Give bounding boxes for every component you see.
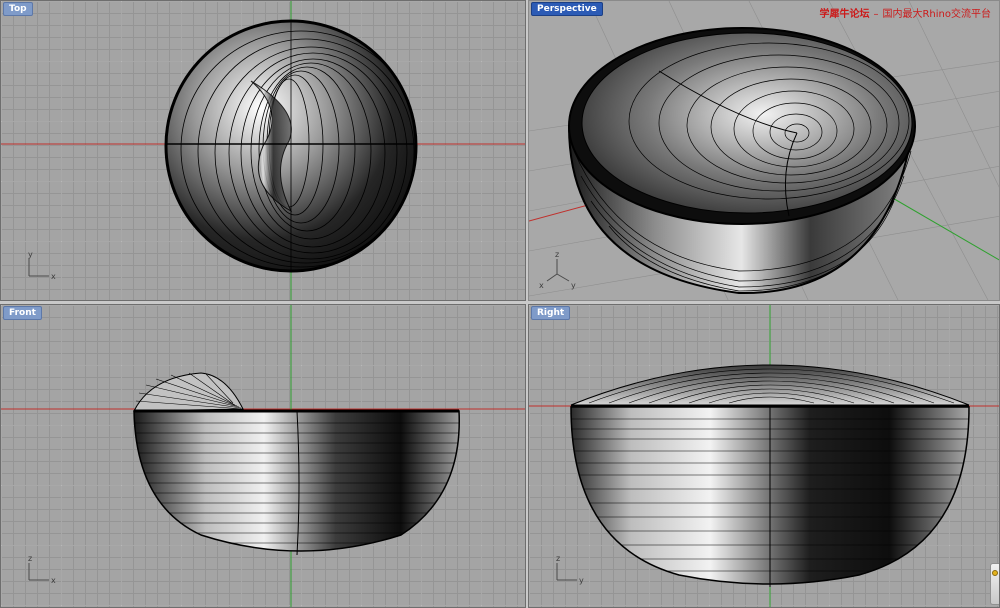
viewport-label-right[interactable]: Right [531, 306, 571, 320]
bowl-perspective-view[interactable] [567, 27, 916, 295]
viewport-right[interactable]: z y Right [528, 304, 1000, 608]
top-view-canvas: y x [1, 1, 525, 300]
axis-z-text: z [555, 250, 559, 259]
axis-x-text: x [51, 272, 56, 281]
viewport-perspective[interactable]: z x y Perspective 学犀牛论坛 – 国内最大Rhino交流平台 [528, 0, 1000, 301]
axis-y-text: y [571, 281, 576, 290]
axis-gizmo-icon: z x y [539, 250, 576, 290]
front-view-canvas: z x [1, 305, 525, 607]
perspective-view-canvas: z x y [529, 1, 999, 300]
notification-badge-icon[interactable] [990, 563, 999, 605]
watermark-site: 学犀牛论坛 [819, 9, 870, 20]
viewport-top[interactable]: y x Top [0, 0, 526, 301]
watermark-description: 国内最大Rhino交流平台 [882, 9, 991, 20]
axis-y-text: y [579, 576, 584, 585]
viewport-front[interactable]: z x Front [0, 304, 526, 608]
viewport-label-top[interactable]: Top [3, 2, 33, 16]
badge-dot-icon [992, 570, 998, 576]
axis-z-text: z [28, 554, 32, 563]
axis-z-text: z [556, 554, 560, 563]
bowl-top-view[interactable] [164, 19, 421, 273]
axis-y-text: y [28, 250, 33, 259]
axis-gizmo-icon: y x [28, 250, 56, 281]
right-view-canvas: z y [529, 305, 999, 607]
bowl-right-view[interactable] [559, 364, 979, 587]
viewport-label-perspective[interactable]: Perspective [531, 2, 603, 16]
axis-x-text: x [51, 576, 56, 585]
watermark: 学犀牛论坛 – 国内最大Rhino交流平台 [819, 9, 991, 21]
axis-gizmo-icon: z y [556, 554, 584, 585]
bowl-front-view[interactable] [121, 372, 471, 556]
rhino-app: y x Top z x y Perspective 学犀牛论坛 – 国内最大Rh… [0, 0, 1000, 608]
watermark-separator: – [873, 9, 879, 20]
axis-gizmo-icon: z x [28, 554, 56, 585]
axis-x-text: x [539, 281, 544, 290]
viewport-label-front[interactable]: Front [3, 306, 42, 320]
